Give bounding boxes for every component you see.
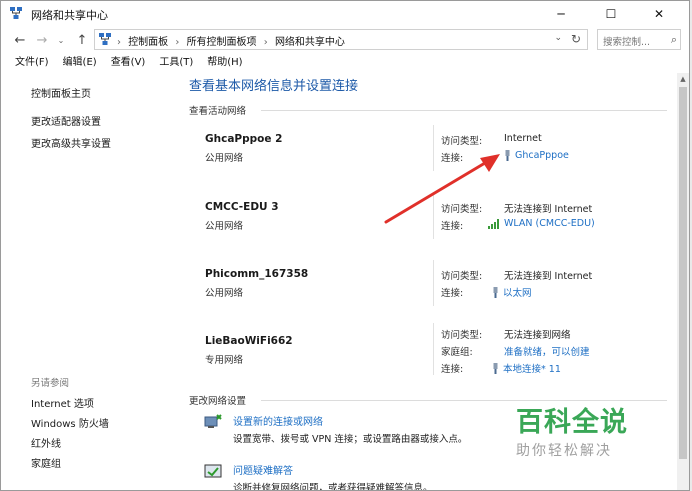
access-type-value: 无法连接到 Internet (504, 271, 593, 282)
network-type[interactable]: 专用网络 (205, 352, 243, 366)
breadcrumb-all-items[interactable]: 所有控制面板项 (187, 37, 257, 48)
network-type[interactable]: 公用网络 (205, 218, 243, 232)
troubleshoot-description: 诊断并修复网络问题，或者获得疑难解答信息。 (233, 483, 433, 490)
cable-icon (493, 286, 498, 298)
access-type-label: 访问类型: (441, 330, 483, 341)
sidebar-link-internet-options[interactable]: Internet 选项 (31, 395, 94, 410)
wifi-signal-icon (488, 218, 499, 229)
access-type-value: 无法连接到 Internet (504, 204, 593, 215)
troubleshoot-link[interactable]: 问题疑难解答 (233, 462, 293, 477)
homegroup-link[interactable]: 准备就绪，可以创建 (504, 344, 590, 358)
access-type-value: Internet (504, 133, 542, 144)
recent-locations-button[interactable]: ⌄ (55, 31, 67, 49)
sidebar-link-firewall[interactable]: Windows 防火墙 (31, 415, 109, 430)
new-connection-icon (204, 414, 222, 428)
navigation-row: ← → ⌄ ↑ › 控制面板 › 所有控制面板项 › 网络和共享中心 ⌄ ↻ 搜… (1, 28, 689, 52)
setup-connection-link[interactable]: 设置新的连接或网络 (233, 413, 323, 428)
menu-bar: 文件(F) 编辑(E) 查看(V) 工具(T) 帮助(H) (1, 54, 689, 72)
up-button[interactable]: ↑ (73, 31, 91, 49)
network-type[interactable]: 公用网络 (205, 150, 243, 164)
connection-label: 连接: (441, 153, 464, 164)
network-divider (433, 323, 434, 375)
connection-link[interactable]: GhcaPppoe (504, 150, 569, 161)
breadcrumb-separator: › (117, 37, 121, 48)
watermark-subtitle: 助你轻松解决 (516, 443, 612, 459)
connection-link[interactable]: 本地连接* 11 (492, 361, 561, 375)
sidebar-link-homegroup[interactable]: 家庭组 (31, 455, 61, 470)
network-name: Phicomm_167358 (205, 268, 309, 280)
forward-button[interactable]: → (33, 31, 51, 49)
watermark-title: 百科全说 (516, 407, 628, 438)
sidebar-link-adapter-settings[interactable]: 更改适配器设置 (31, 113, 101, 128)
minimize-button[interactable]: ─ (539, 1, 583, 27)
breadcrumb: › 控制面板 › 所有控制面板项 › 网络和共享中心 (117, 33, 349, 48)
access-type-value: 无法连接到网络 (504, 330, 571, 341)
menu-tools[interactable]: 工具(T) (159, 54, 193, 72)
access-type-label: 访问类型: (441, 136, 483, 147)
network-name: GhcaPppoe 2 (205, 133, 283, 145)
connection-link[interactable]: 以太网 (492, 285, 532, 299)
connection-label: 连接: (441, 364, 464, 375)
network-divider (433, 193, 434, 239)
connection-name[interactable]: WLAN (CMCC-EDU) (504, 218, 595, 229)
section-divider (261, 110, 667, 111)
sidebar-link-advanced-sharing[interactable]: 更改高级共享设置 (31, 135, 111, 150)
sidebar: 控制面板主页 更改适配器设置 更改高级共享设置 另请参阅 Internet 选项… (1, 73, 181, 490)
cable-icon (505, 150, 510, 161)
watermark-logo: 百科全说 助你轻松解决 (516, 400, 646, 460)
window-title: 网络和共享中心 (31, 9, 108, 22)
sidebar-link-infrared[interactable]: 红外线 (31, 435, 61, 450)
connection-name[interactable]: 本地连接* 11 (503, 361, 561, 375)
connection-label: 连接: (441, 288, 464, 299)
connection-name[interactable]: GhcaPppoe (515, 150, 569, 161)
cable-icon (493, 362, 498, 374)
connection-name[interactable]: 以太网 (503, 285, 532, 299)
setup-connection-description: 设置宽带、拨号或 VPN 连接；或设置路由器或接入点。 (233, 434, 468, 445)
menu-edit[interactable]: 编辑(E) (63, 54, 97, 72)
address-bar[interactable]: › 控制面板 › 所有控制面板项 › 网络和共享中心 ⌄ ↻ (94, 29, 588, 50)
network-center-icon (10, 7, 22, 19)
sidebar-link-control-panel-home[interactable]: 控制面板主页 (31, 85, 91, 100)
search-placeholder: 搜索控制... (603, 37, 651, 48)
connection-label: 连接: (441, 221, 464, 232)
refresh-icon[interactable]: ↻ (571, 32, 581, 46)
page-title: 查看基本网络信息并设置连接 (189, 79, 359, 94)
breadcrumb-separator: › (263, 37, 268, 48)
menu-view[interactable]: 查看(V) (111, 54, 146, 72)
maximize-button[interactable]: ☐ (589, 1, 633, 27)
network-divider (433, 125, 434, 171)
network-divider (433, 260, 434, 306)
breadcrumb-control-panel[interactable]: 控制面板 (128, 37, 168, 48)
control-panel-icon (99, 33, 111, 45)
scroll-up-icon[interactable]: ▲ (677, 73, 689, 85)
title-bar: 网络和共享中心 ─ ☐ ✕ (1, 1, 689, 27)
search-icon[interactable]: ⌕ (671, 33, 677, 47)
breadcrumb-separator: › (175, 37, 180, 48)
change-settings-heading: 更改网络设置 (189, 396, 247, 407)
close-button[interactable]: ✕ (637, 1, 681, 27)
menu-file[interactable]: 文件(F) (15, 54, 49, 72)
vertical-scrollbar[interactable]: ▲ (677, 73, 689, 490)
menu-help[interactable]: 帮助(H) (207, 54, 242, 72)
network-name: CMCC-EDU 3 (205, 201, 279, 213)
network-type[interactable]: 公用网络 (205, 285, 243, 299)
access-type-label: 访问类型: (441, 204, 483, 215)
active-networks-heading: 查看活动网络 (189, 106, 247, 117)
breadcrumb-network-center[interactable]: 网络和共享中心 (275, 37, 345, 48)
scroll-thumb[interactable] (679, 87, 687, 459)
troubleshoot-icon (204, 464, 222, 478)
back-button[interactable]: ← (11, 31, 29, 49)
connection-link[interactable]: WLAN (CMCC-EDU) (488, 218, 595, 229)
search-input[interactable]: 搜索控制... ⌕ (597, 29, 681, 50)
homegroup-label: 家庭组: (441, 347, 473, 358)
homegroup-status[interactable]: 准备就绪，可以创建 (504, 344, 590, 358)
see-also-heading: 另请参阅 (31, 378, 70, 389)
address-dropdown-icon[interactable]: ⌄ (554, 33, 562, 43)
network-name: LieBaoWiFi662 (205, 335, 293, 347)
access-type-label: 访问类型: (441, 271, 483, 282)
